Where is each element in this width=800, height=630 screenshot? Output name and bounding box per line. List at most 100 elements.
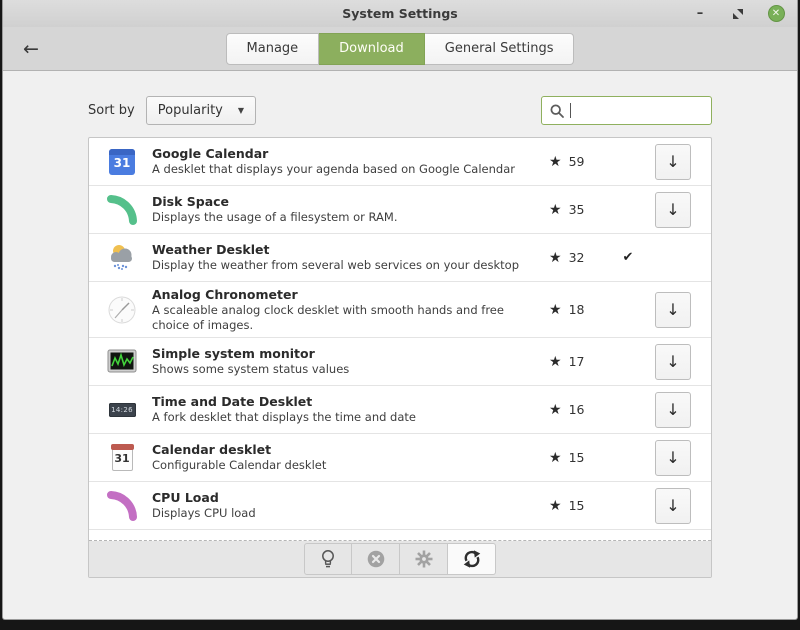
desklet-title: Time and Date Desklet <box>152 394 543 410</box>
tab-download[interactable]: Download <box>319 33 425 65</box>
minimize-button[interactable]: – <box>689 3 711 25</box>
configure-button[interactable] <box>400 543 448 575</box>
action-slot: ↓ <box>649 488 697 524</box>
star-rating: ★ 17 <box>549 354 607 369</box>
refresh-icon <box>461 548 483 570</box>
tab-manage[interactable]: Manage <box>226 33 320 65</box>
desklet-description: Displays CPU load <box>152 506 543 520</box>
star-icon: ★ <box>549 403 562 417</box>
google-calendar-icon: 31 <box>109 149 135 175</box>
calendar-icon: 31 <box>112 446 133 471</box>
download-arrow-icon: ↓ <box>666 400 679 419</box>
sort-dropdown[interactable]: Popularity ▼ <box>146 96 256 125</box>
desklet-title: Simple system monitor <box>152 346 543 362</box>
action-slot: ↓ <box>649 440 697 476</box>
star-count: 15 <box>569 498 585 513</box>
system-monitor-icon <box>107 349 137 375</box>
download-button[interactable]: ↓ <box>655 392 691 428</box>
desklet-row[interactable]: 31 Calendar desklet Configurable Calenda… <box>89 434 711 482</box>
uninstall-button[interactable] <box>352 543 400 575</box>
bottom-toolbar <box>89 541 711 577</box>
desklet-icon: 31 <box>105 444 139 471</box>
desklet-title: Google Calendar <box>152 146 543 162</box>
close-icon: ✕ <box>768 5 785 22</box>
download-button[interactable]: ↓ <box>655 440 691 476</box>
star-icon: ★ <box>549 499 562 513</box>
star-count: 18 <box>569 302 585 317</box>
download-button[interactable]: ↓ <box>655 192 691 228</box>
gauge-arc-icon <box>106 194 138 226</box>
star-rating: ★ 59 <box>549 154 607 169</box>
action-slot: ↓ <box>649 392 697 428</box>
desklet-text: Google Calendar A desklet that displays … <box>152 146 549 177</box>
time-date-icon: 14:26 <box>109 403 136 417</box>
tab-general-settings[interactable]: General Settings <box>425 33 575 65</box>
maximize-button[interactable] <box>727 3 749 25</box>
installed-check-icon: ✔ <box>623 250 634 265</box>
download-button[interactable]: ↓ <box>655 292 691 328</box>
system-settings-window: System Settings – ✕ ← ManageDownloadGene… <box>2 0 798 620</box>
desklet-icon: 14:26 <box>105 403 139 417</box>
star-rating: ★ 18 <box>549 302 607 317</box>
desklet-row[interactable]: Simple system monitor Shows some system … <box>89 338 711 386</box>
gauge-arc-icon <box>106 490 138 522</box>
desklet-text: Weather Desklet Display the weather from… <box>152 242 549 273</box>
desklet-row[interactable]: 14:26 Time and Date Desklet A fork deskl… <box>89 386 711 434</box>
desklet-row[interactable]: Disk Space Displays the usage of a files… <box>89 186 711 234</box>
star-rating: ★ 15 <box>549 450 607 465</box>
close-button[interactable]: ✕ <box>765 3 787 25</box>
gear-icon <box>414 549 434 569</box>
download-button[interactable]: ↓ <box>655 144 691 180</box>
desklet-icon <box>105 242 139 274</box>
desklet-icon <box>105 490 139 522</box>
text-cursor <box>570 103 571 118</box>
desklet-icon <box>105 349 139 375</box>
refresh-button[interactable] <box>448 543 496 575</box>
star-icon: ★ <box>549 355 562 369</box>
search-box <box>541 96 712 125</box>
action-slot: ↓ <box>649 292 697 328</box>
star-count: 15 <box>569 450 585 465</box>
desklet-row[interactable]: 31 Google Calendar A desklet that displa… <box>89 138 711 186</box>
desklet-icon <box>105 194 139 226</box>
desklet-row[interactable]: CPU Load Displays CPU load ★ 15 ↓ <box>89 482 711 530</box>
desklet-text: Disk Space Displays the usage of a files… <box>152 194 549 225</box>
download-arrow-icon: ↓ <box>666 352 679 371</box>
desklet-description: A fork desklet that displays the time an… <box>152 410 543 424</box>
back-button[interactable]: ← <box>16 34 46 64</box>
action-slot: ↓ <box>649 144 697 180</box>
download-arrow-icon: ↓ <box>666 496 679 515</box>
titlebar: System Settings – ✕ <box>3 0 797 27</box>
star-count: 16 <box>569 402 585 417</box>
download-arrow-icon: ↓ <box>666 200 679 219</box>
star-icon: ★ <box>549 251 562 265</box>
action-slot: ↓ <box>649 344 697 380</box>
installed-check-slot: ✔ <box>607 250 649 265</box>
star-icon: ★ <box>549 155 562 169</box>
star-rating: ★ 15 <box>549 498 607 513</box>
header: ← ManageDownloadGeneral Settings <box>3 27 797 71</box>
star-count: 32 <box>569 250 585 265</box>
search-input[interactable] <box>576 103 704 118</box>
desklet-title: Analog Chronometer <box>152 287 543 303</box>
desklet-text: Time and Date Desklet A fork desklet tha… <box>152 394 549 425</box>
download-button[interactable]: ↓ <box>655 344 691 380</box>
desklet-row[interactable]: Weather Desklet Display the weather from… <box>89 234 711 282</box>
desklet-description: Display the weather from several web ser… <box>152 258 543 272</box>
list-overshoot-divider <box>89 530 711 541</box>
desklet-list-panel: 31 Google Calendar A desklet that displa… <box>88 137 712 578</box>
desklet-description: A scaleable analog clock desklet with sm… <box>152 303 543 332</box>
sort-by-label: Sort by <box>88 103 135 118</box>
desklet-title: CPU Load <box>152 490 543 506</box>
desklet-description: Shows some system status values <box>152 362 543 376</box>
analog-clock-icon <box>106 294 138 326</box>
window-controls: – ✕ <box>689 0 787 27</box>
star-icon: ★ <box>549 203 562 217</box>
window-title: System Settings <box>3 6 797 21</box>
star-count: 35 <box>569 202 585 217</box>
desklet-row[interactable]: Analog Chronometer A scaleable analog cl… <box>89 282 711 338</box>
info-button[interactable] <box>304 543 352 575</box>
weather-icon <box>106 242 138 274</box>
download-button[interactable]: ↓ <box>655 488 691 524</box>
star-rating: ★ 32 <box>549 250 607 265</box>
